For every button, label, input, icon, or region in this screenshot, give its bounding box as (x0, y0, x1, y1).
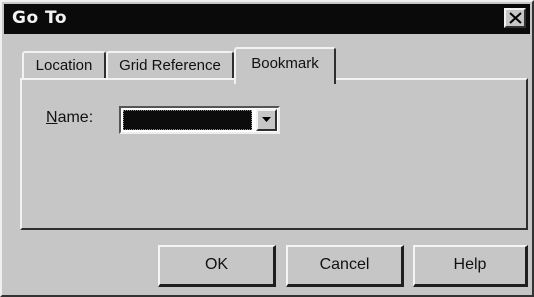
title-bar[interactable]: Go To (4, 4, 530, 34)
name-combobox[interactable] (119, 106, 280, 134)
cancel-button[interactable]: Cancel (286, 245, 404, 287)
tab-grid-reference[interactable]: Grid Reference (106, 51, 234, 79)
close-button[interactable] (504, 8, 526, 28)
window-title: Go To (12, 8, 68, 28)
tab-location[interactable]: Location (22, 51, 106, 79)
tab-grid-reference-label: Grid Reference (119, 57, 221, 74)
name-combobox-value[interactable] (123, 110, 252, 130)
close-icon (509, 12, 522, 24)
tab-location-label: Location (35, 57, 93, 74)
name-dropdown-button[interactable] (256, 109, 277, 131)
tab-bookmark[interactable]: Bookmark (234, 47, 336, 84)
help-button[interactable]: Help (413, 245, 528, 287)
chevron-down-icon (262, 117, 271, 122)
tab-bookmark-label: Bookmark (251, 55, 319, 72)
ok-button[interactable]: OK (158, 245, 276, 287)
go-to-dialog: Go To Location Grid Reference Bookmark N… (0, 0, 534, 297)
bookmark-panel: Name: (20, 78, 528, 230)
name-label: Name: (46, 109, 94, 126)
